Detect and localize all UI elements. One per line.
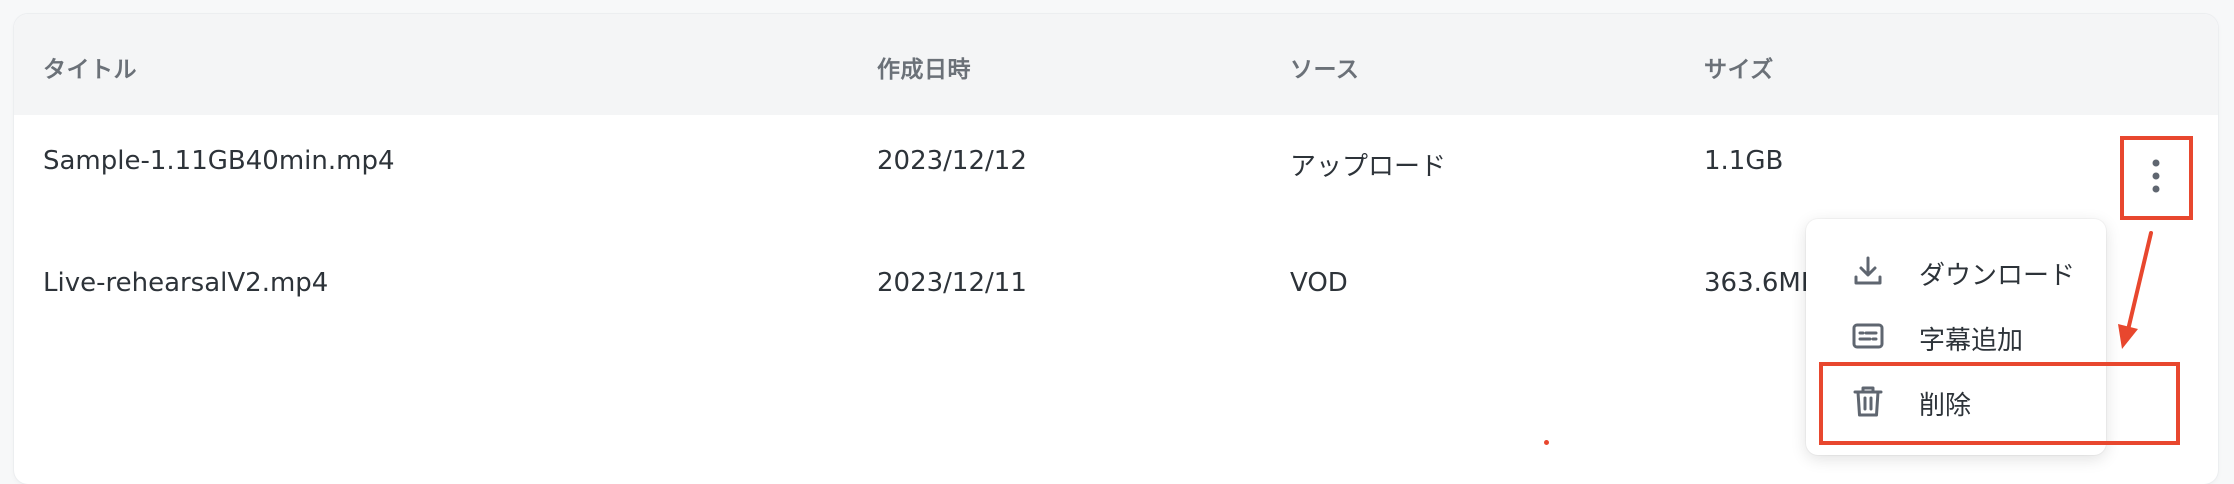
cell-source: VOD	[1290, 268, 1348, 298]
annotation-dot	[1544, 440, 1549, 445]
menu-item-label: ダウンロード	[1919, 261, 2076, 291]
header-size[interactable]: サイズ	[1704, 50, 1774, 84]
download-icon	[1854, 256, 1882, 285]
menu-item-add-subtitles[interactable]: 字幕追加	[1806, 306, 2106, 366]
header-source[interactable]: ソース	[1290, 50, 1359, 84]
cell-created: 2023/12/11	[877, 268, 1027, 298]
annotation-highlight-kebab	[2120, 136, 2193, 220]
subtitles-icon	[1852, 323, 1884, 349]
menu-item-download[interactable]: ダウンロード	[1806, 241, 2106, 301]
header-created[interactable]: 作成日時	[877, 50, 971, 84]
annotation-highlight-delete	[1819, 362, 2180, 445]
cell-source: アップロード	[1290, 152, 1447, 182]
cell-created: 2023/12/12	[877, 146, 1027, 176]
menu-item-label: 字幕追加	[1919, 326, 2024, 356]
table-header: タイトル 作成日時 ソース サイズ	[14, 14, 2218, 115]
cell-title: Live-rehearsalV2.mp4	[43, 268, 329, 298]
cell-size: 1.1GB	[1704, 146, 1784, 176]
cell-title: Sample-1.11GB40min.mp4	[43, 146, 395, 176]
cell-size: 363.6MI	[1704, 268, 1809, 298]
header-title[interactable]: タイトル	[43, 50, 137, 84]
